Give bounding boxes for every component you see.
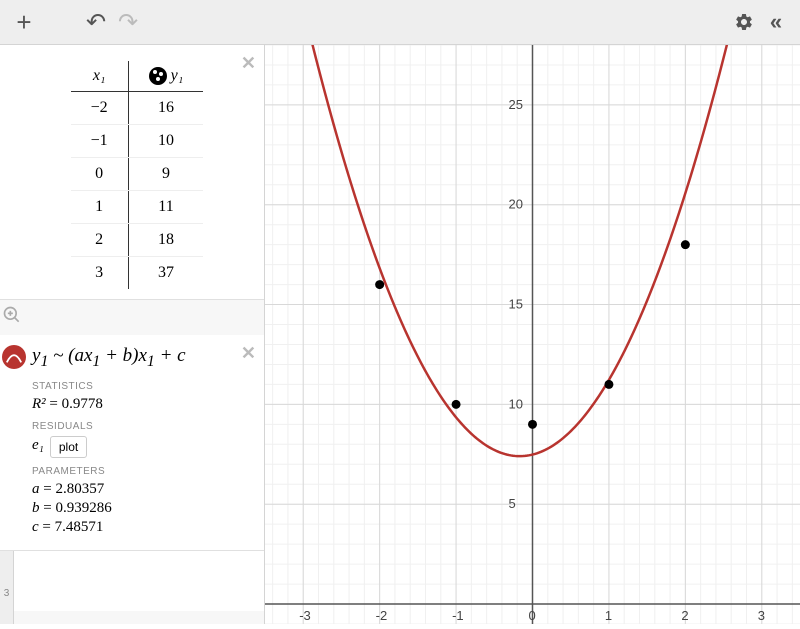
y-tick-label: 5 [509,496,516,511]
empty-expression-cell[interactable] [0,551,264,611]
y-tick-label: 10 [509,396,523,411]
cell-x[interactable]: 2 [71,224,129,257]
column-header-x[interactable]: x₁ [71,61,129,92]
x-tick-label: -1 [452,608,464,623]
y-tick-label: 15 [509,297,523,312]
cell-y[interactable]: 16 [128,92,203,125]
x-tick-label: 2 [681,608,688,623]
y-tick-label: 20 [509,197,523,212]
settings-button[interactable] [728,6,760,38]
table-row[interactable]: 09 [71,158,204,191]
table-row[interactable]: 218 [71,224,204,257]
x-tick-label: 1 [605,608,612,623]
table-row[interactable]: 337 [71,257,204,290]
table-cell[interactable]: ✕ x₁ y₁ −216−11009111218337 [0,45,264,300]
x-tick-label: 3 [758,608,765,623]
plot-residuals-button[interactable]: plot [50,436,87,458]
row-marker-3[interactable]: 3 [0,585,14,624]
statistics-label: STATISTICS [32,381,252,392]
cell-y[interactable]: 37 [128,257,203,290]
delete-table-button[interactable]: ✕ [241,53,256,74]
residual-var: e₁ [32,437,44,454]
regression-icon[interactable] [2,345,26,369]
table-row[interactable]: −110 [71,125,204,158]
scatter-style-icon[interactable] [149,67,167,85]
parameters-label: PARAMETERS [32,466,252,477]
cell-y[interactable]: 18 [128,224,203,257]
data-point[interactable] [452,400,461,409]
regression-expression[interactable]: y1 ~ (ax1 + b)x1 + c [32,345,252,371]
add-button[interactable]: + [8,6,40,38]
x-tick-label: 0 [529,608,536,623]
data-point[interactable] [375,280,384,289]
collapse-button[interactable]: « [760,6,792,38]
data-point[interactable] [528,420,537,429]
x-tick-label: -3 [299,608,311,623]
data-point[interactable] [681,240,690,249]
table-row[interactable]: −216 [71,92,204,125]
parameter-a: a = 2.80357 [32,481,252,498]
cell-x[interactable]: −1 [71,125,129,158]
y-tick-label: 25 [509,97,523,112]
column-header-y[interactable]: y₁ [128,61,203,92]
r-squared: R² = 0.9778 [32,396,252,413]
zoom-icon [2,305,22,325]
graph-area[interactable]: -3 -2 -1 0 1 2 3 5 10 15 20 25 [265,45,800,624]
redo-button[interactable]: ↷ [112,6,144,38]
cell-x[interactable]: 3 [71,257,129,290]
cell-y[interactable]: 9 [128,158,203,191]
cell-y[interactable]: 10 [128,125,203,158]
parameter-b: b = 0.939286 [32,500,252,517]
toolbar: + ↶ ↷ « [0,0,800,45]
cell-y[interactable]: 11 [128,191,203,224]
data-point[interactable] [604,380,613,389]
zoom-fit-button[interactable] [2,305,22,330]
regression-cell[interactable]: ✕ y1 ~ (ax1 + b)x1 + c STATISTICS R² = 0… [0,335,264,551]
expression-panel: 1 ✕ x₁ y₁ −216−11009111218337 2 [0,45,265,624]
residuals-label: RESIDUALS [32,421,252,432]
cell-x[interactable]: 1 [71,191,129,224]
parameter-c: c = 7.48571 [32,519,252,536]
delete-regression-button[interactable]: ✕ [241,343,256,364]
cell-x[interactable]: 0 [71,158,129,191]
cell-x[interactable]: −2 [71,92,129,125]
data-table[interactable]: x₁ y₁ −216−11009111218337 [71,61,204,289]
undo-button[interactable]: ↶ [80,6,112,38]
table-row[interactable]: 111 [71,191,204,224]
gear-icon [734,12,754,32]
x-tick-label: -2 [376,608,388,623]
